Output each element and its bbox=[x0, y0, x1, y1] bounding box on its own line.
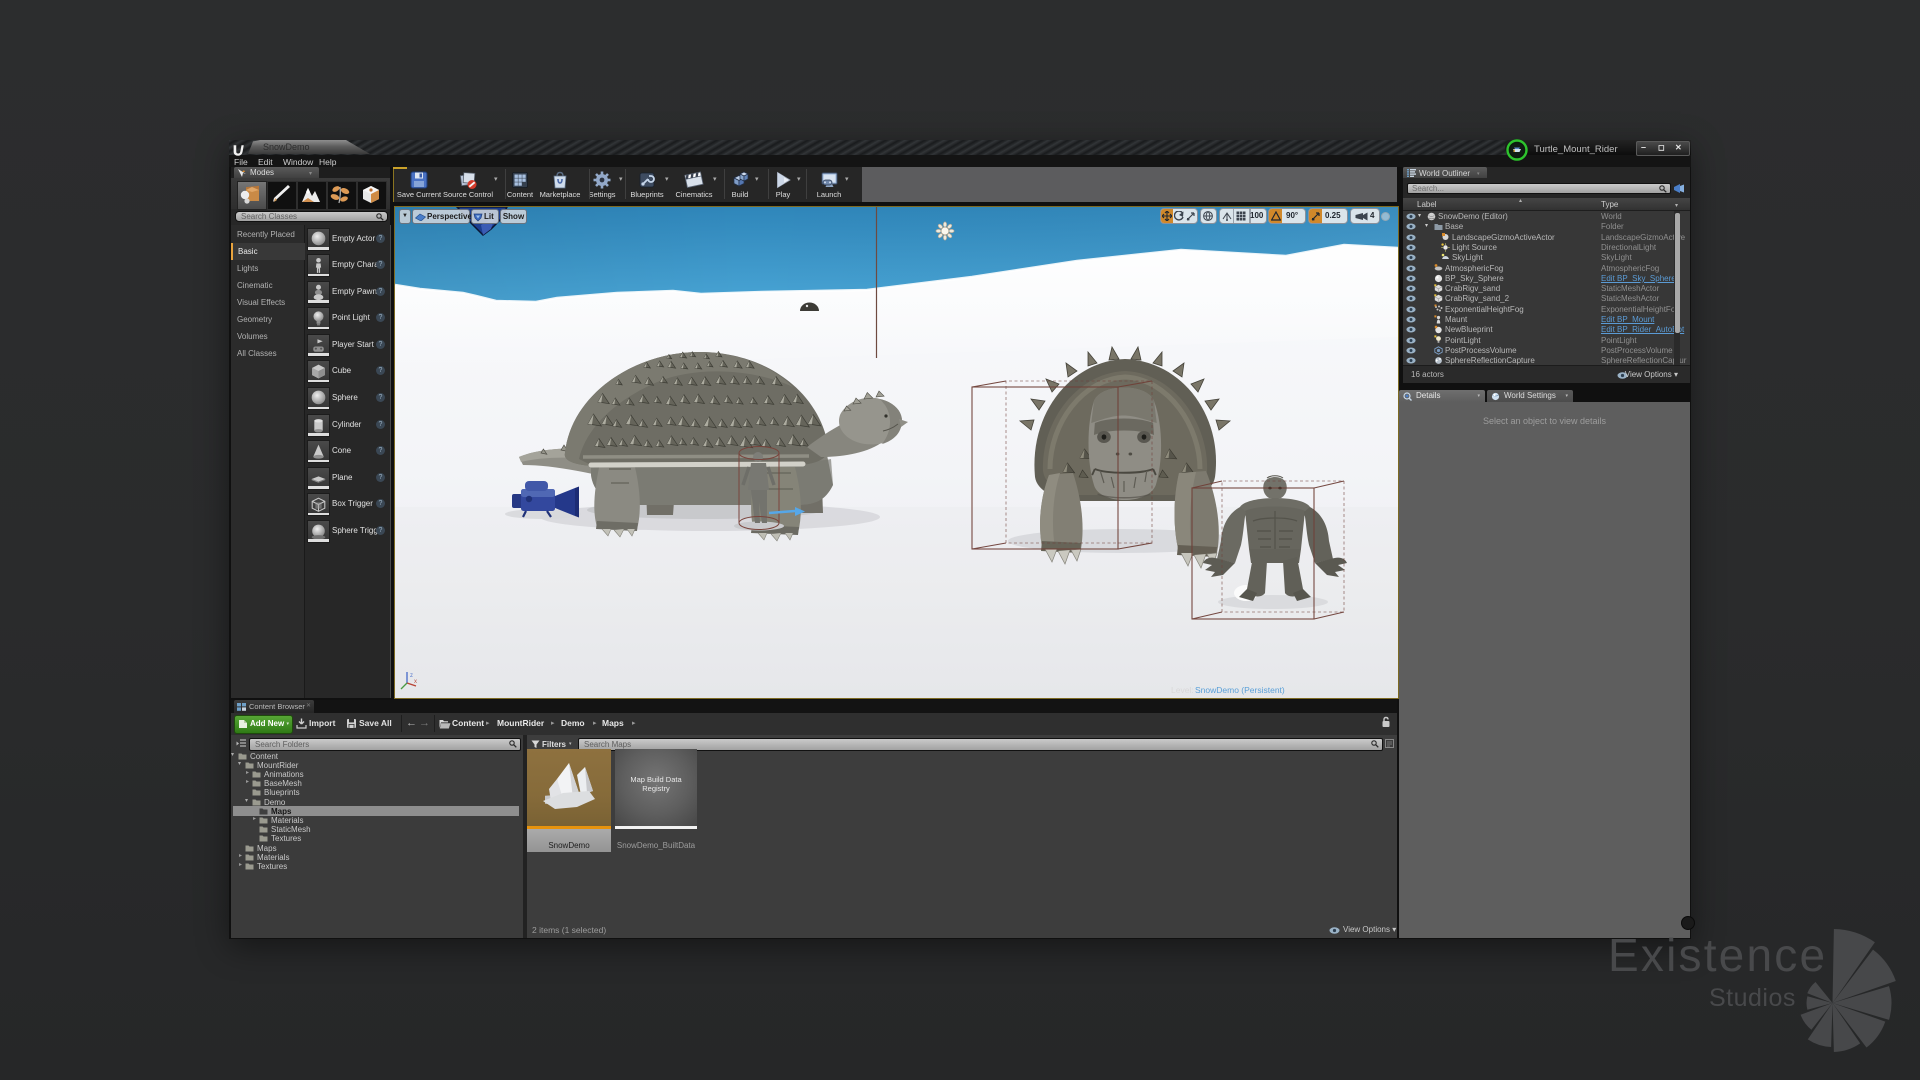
svg-text:x: x bbox=[414, 679, 417, 685]
svg-text:Level:: Level: bbox=[1171, 685, 1194, 695]
svg-text:SnowDemo (Persistent): SnowDemo (Persistent) bbox=[1195, 685, 1285, 695]
svg-text:z: z bbox=[410, 673, 413, 679]
